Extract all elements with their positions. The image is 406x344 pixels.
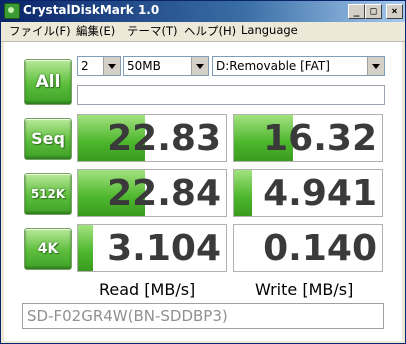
drive-select[interactable]: D:Removable [FAT]: [212, 56, 385, 76]
write-speed-value: 0.140: [263, 228, 377, 269]
read-speed-value: 22.83: [107, 118, 221, 159]
window-title: CrystalDiskMark 1.0: [23, 3, 160, 17]
write-result-4k: 0.140: [233, 224, 383, 272]
read-speed-bar: [78, 225, 93, 271]
runs-select[interactable]: 2: [77, 56, 121, 76]
chevron-down-icon[interactable]: [367, 57, 384, 75]
menu-help[interactable]: ヘルプ(H): [184, 23, 236, 39]
read-column-label: Read [MB/s]: [99, 280, 196, 299]
comment-field[interactable]: SD-F02GR4W(BN-SDDBP3): [22, 303, 384, 329]
write-result-512k: 4.941: [233, 169, 383, 217]
menu-language[interactable]: Language: [241, 23, 298, 37]
menu-bar: ファイル(F) 編集(E) テーマ(T) ヘルプ(H) Language: [1, 22, 405, 42]
main-panel: All 2 50MB D:Removable [FAT] Seq 22.83 16.…: [4, 42, 402, 341]
all-button[interactable]: All: [24, 59, 72, 105]
minimize-button[interactable]: _: [348, 4, 365, 19]
close-button[interactable]: ×: [386, 4, 403, 19]
menu-theme[interactable]: テーマ(T): [127, 23, 178, 39]
app-window: CrystalDiskMark 1.0 _ □ × ファイル(F) 編集(E) …: [0, 0, 406, 344]
test-button-4k[interactable]: 4K: [24, 228, 72, 270]
title-bar[interactable]: CrystalDiskMark 1.0 _ □ ×: [1, 1, 405, 22]
read-result-seq: 22.83: [77, 114, 227, 162]
read-result-512k: 22.84: [77, 169, 227, 217]
read-speed-value: 22.84: [107, 173, 221, 214]
write-column-label: Write [MB/s]: [255, 280, 354, 299]
progress-status-box: [77, 85, 385, 105]
menu-file[interactable]: ファイル(F): [9, 23, 71, 39]
chevron-down-icon[interactable]: [191, 57, 208, 75]
drive-value: D:Removable [FAT]: [216, 59, 330, 73]
write-speed-bar: [234, 170, 252, 216]
maximize-button[interactable]: □: [365, 4, 382, 19]
runs-value: 2: [81, 59, 89, 73]
crystaldiskmark-app-icon: [4, 3, 20, 19]
menu-edit[interactable]: 編集(E): [76, 23, 115, 39]
test-button-seq[interactable]: Seq: [24, 118, 72, 160]
chevron-down-icon[interactable]: [103, 57, 120, 75]
write-result-seq: 16.32: [233, 114, 383, 162]
write-speed-value: 16.32: [263, 118, 377, 159]
test-size-select[interactable]: 50MB: [123, 56, 209, 76]
write-speed-value: 4.941: [263, 173, 377, 214]
read-speed-value: 3.104: [107, 228, 221, 269]
test-size-value: 50MB: [127, 59, 161, 73]
read-result-4k: 3.104: [77, 224, 227, 272]
test-button-512k[interactable]: 512K: [24, 173, 72, 215]
